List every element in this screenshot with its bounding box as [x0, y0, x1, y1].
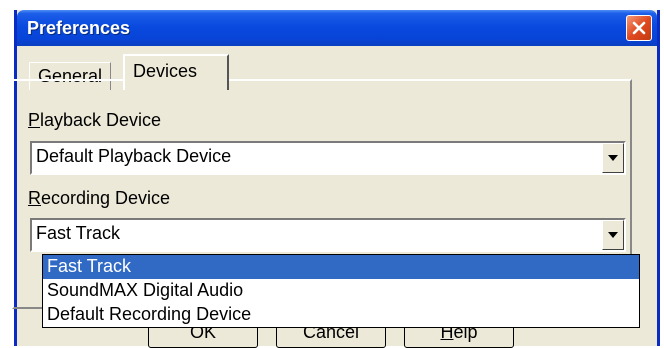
playback-device-label: Playback Device: [28, 110, 161, 131]
recording-device-select[interactable]: Fast Track: [30, 218, 626, 252]
window-title: Preferences: [27, 18, 131, 38]
recording-device-label: Recording Device: [28, 188, 170, 209]
close-button[interactable]: [626, 15, 652, 41]
chevron-down-icon: [608, 232, 618, 238]
playback-dropdown-button[interactable]: [602, 143, 624, 173]
option-fast-track[interactable]: Fast Track: [43, 255, 639, 279]
chevron-down-icon: [608, 155, 618, 161]
recording-label-mnemonic: R: [28, 188, 41, 208]
playback-label-text: layback Device: [40, 110, 162, 130]
recording-device-value: Fast Track: [36, 223, 121, 243]
recording-label-text: ecording Device: [41, 188, 171, 208]
close-icon: [632, 21, 646, 35]
recording-dropdown-button[interactable]: [602, 220, 624, 250]
playback-device-value: Default Playback Device: [36, 146, 232, 166]
tab-devices-label: Devices: [133, 61, 198, 81]
option-default-recording[interactable]: Default Recording Device: [43, 303, 639, 327]
tab-devices[interactable]: Devices: [123, 54, 229, 90]
option-soundmax[interactable]: SoundMAX Digital Audio: [43, 279, 639, 303]
playback-device-select[interactable]: Default Playback Device: [30, 141, 626, 175]
recording-device-options: Fast Track SoundMAX Digital Audio Defaul…: [42, 254, 640, 328]
title-bar[interactable]: Preferences: [17, 10, 657, 46]
playback-label-mnemonic: P: [28, 110, 41, 130]
